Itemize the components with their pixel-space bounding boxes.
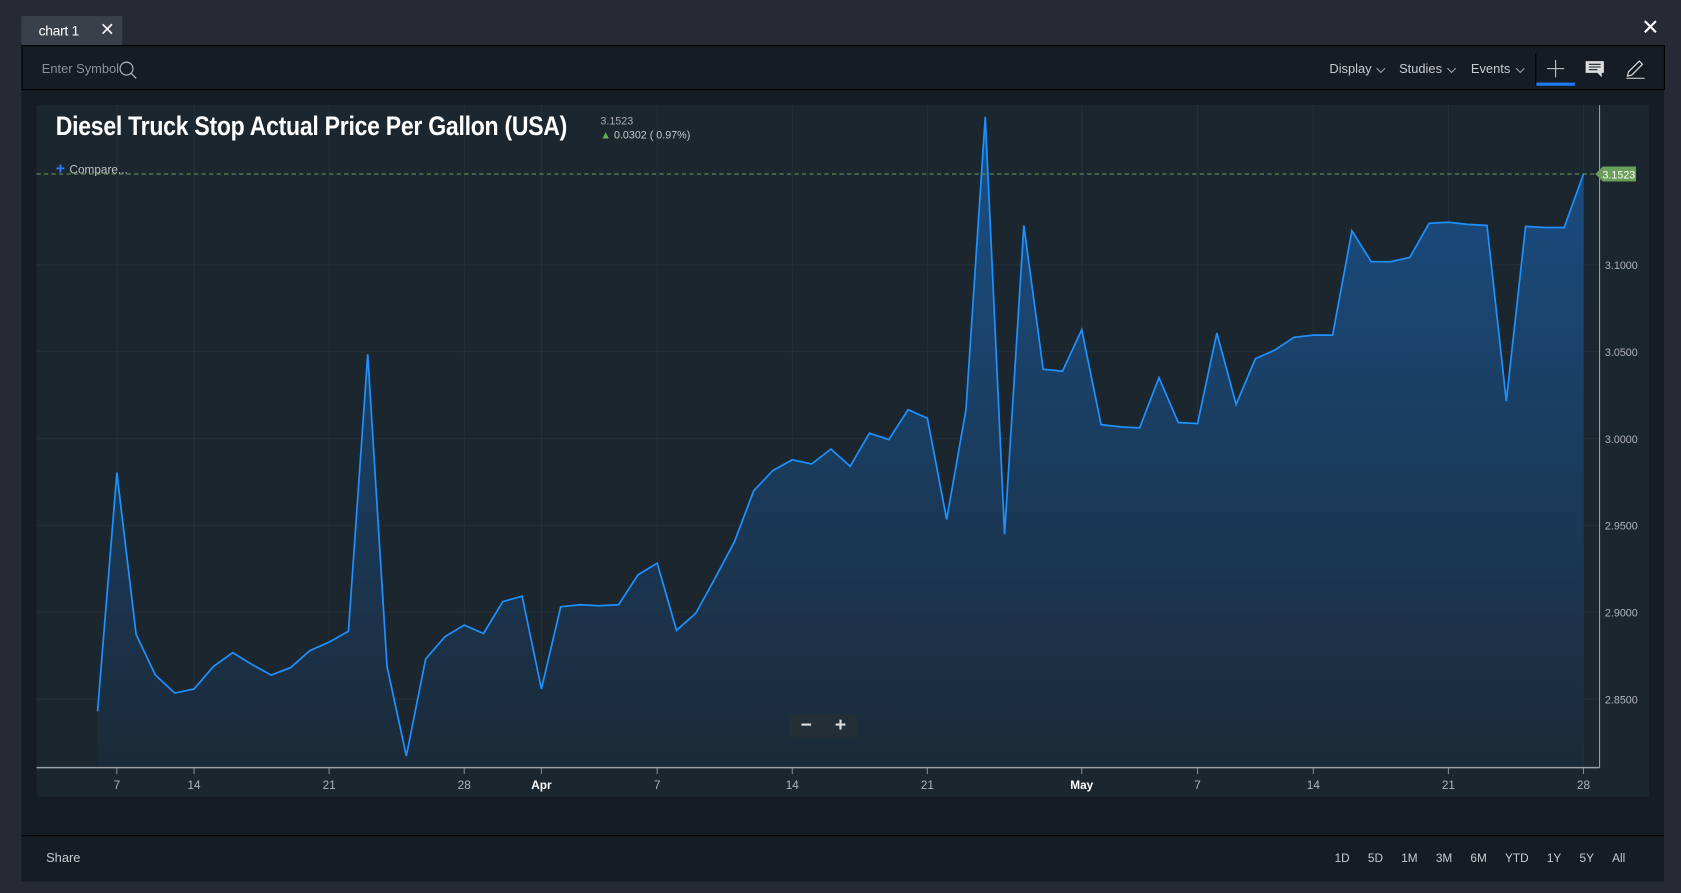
last-price-tag-label: 3.1523 bbox=[1602, 169, 1635, 181]
y-tick-label: 3.0500 bbox=[1605, 347, 1638, 359]
range-5d[interactable]: 5D bbox=[1368, 852, 1383, 865]
range-selector: 1D 5D 1M 3M 6M YTD 1Y 5Y All bbox=[1316, 852, 1626, 865]
range-5y[interactable]: 5Y bbox=[1580, 852, 1594, 865]
divider bbox=[21, 835, 1664, 837]
zoom-in-button[interactable]: + bbox=[823, 714, 857, 738]
x-tick-label: 14 bbox=[1307, 779, 1321, 792]
last-price: 3.1523 bbox=[600, 115, 634, 128]
x-tick-label: 21 bbox=[1442, 779, 1455, 792]
x-tick-label: 14 bbox=[786, 779, 800, 792]
x-tick-label: May bbox=[1070, 779, 1093, 792]
range-1m[interactable]: 1M bbox=[1401, 852, 1417, 865]
range-3m[interactable]: 3M bbox=[1436, 852, 1452, 865]
change-value: 0.0302 ( 0.97%) bbox=[613, 129, 691, 142]
arrow-up-icon: ▲ bbox=[600, 129, 611, 142]
share-button[interactable]: Share bbox=[46, 850, 80, 865]
x-tick-label: 28 bbox=[458, 779, 472, 792]
y-tick-label: 2.8500 bbox=[1605, 694, 1638, 706]
zoom-controls: − + bbox=[789, 714, 858, 738]
area-fill bbox=[97, 116, 1584, 768]
range-ytd[interactable]: YTD bbox=[1505, 852, 1529, 865]
x-tick-label: 21 bbox=[921, 779, 934, 792]
range-6m[interactable]: 6M bbox=[1470, 852, 1486, 865]
x-tick-label: 21 bbox=[323, 779, 336, 792]
x-tick-label: 14 bbox=[187, 779, 201, 792]
x-tick-label: 7 bbox=[654, 779, 661, 792]
x-tick-label: Apr bbox=[531, 779, 552, 792]
y-tick-label: 2.9500 bbox=[1605, 521, 1638, 533]
compare-label: Compare... bbox=[69, 164, 128, 177]
chart-window: chart 1 ✕ ✕ Enter Symbol Display Studies… bbox=[0, 0, 1681, 893]
price-change: ▲ 0.0302 ( 0.97%) bbox=[600, 130, 690, 142]
compare-button[interactable]: + Compare... bbox=[56, 160, 128, 178]
zoom-out-button[interactable]: − bbox=[789, 714, 823, 738]
range-1y[interactable]: 1Y bbox=[1547, 852, 1561, 865]
plus-icon: + bbox=[55, 159, 66, 178]
y-tick-label: 3.1000 bbox=[1605, 260, 1638, 272]
y-tick-label: 2.9000 bbox=[1605, 607, 1638, 619]
x-tick-label: 7 bbox=[1194, 779, 1201, 792]
range-all[interactable]: All bbox=[1612, 852, 1625, 865]
x-tick-label: 7 bbox=[114, 779, 121, 792]
y-tick-label: 3.0000 bbox=[1605, 434, 1638, 446]
x-tick-label: 28 bbox=[1577, 779, 1591, 792]
range-1d[interactable]: 1D bbox=[1335, 852, 1350, 865]
chart-title: Diesel Truck Stop Actual Price Per Gallo… bbox=[55, 111, 568, 142]
